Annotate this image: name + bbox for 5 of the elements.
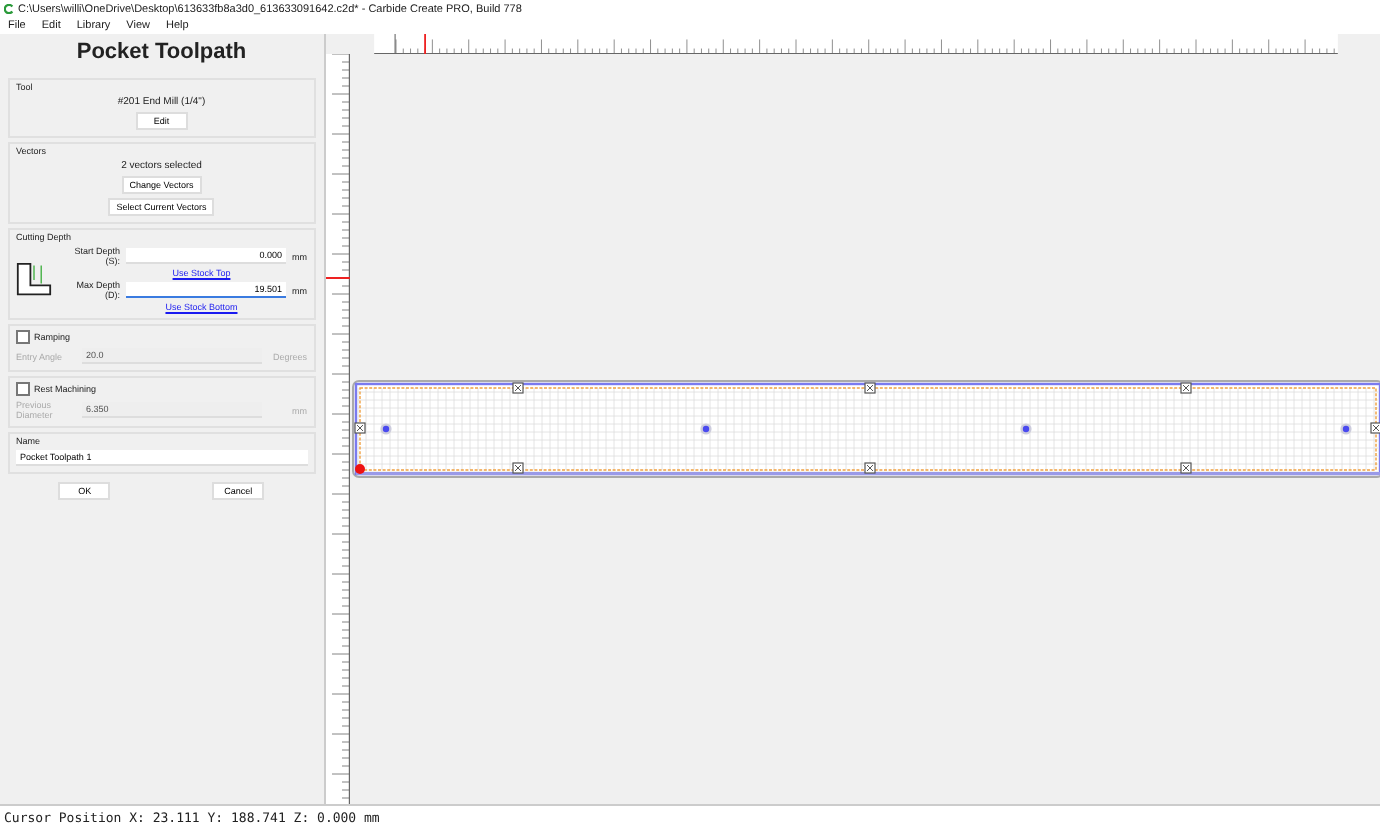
- panel-title: Pocket Toolpath: [74, 40, 249, 64]
- app-logo-icon: [4, 4, 14, 14]
- checkbox[interactable]: [16, 330, 30, 344]
- depth-diagram-icon: [16, 259, 52, 299]
- checkbox[interactable]: [16, 382, 30, 396]
